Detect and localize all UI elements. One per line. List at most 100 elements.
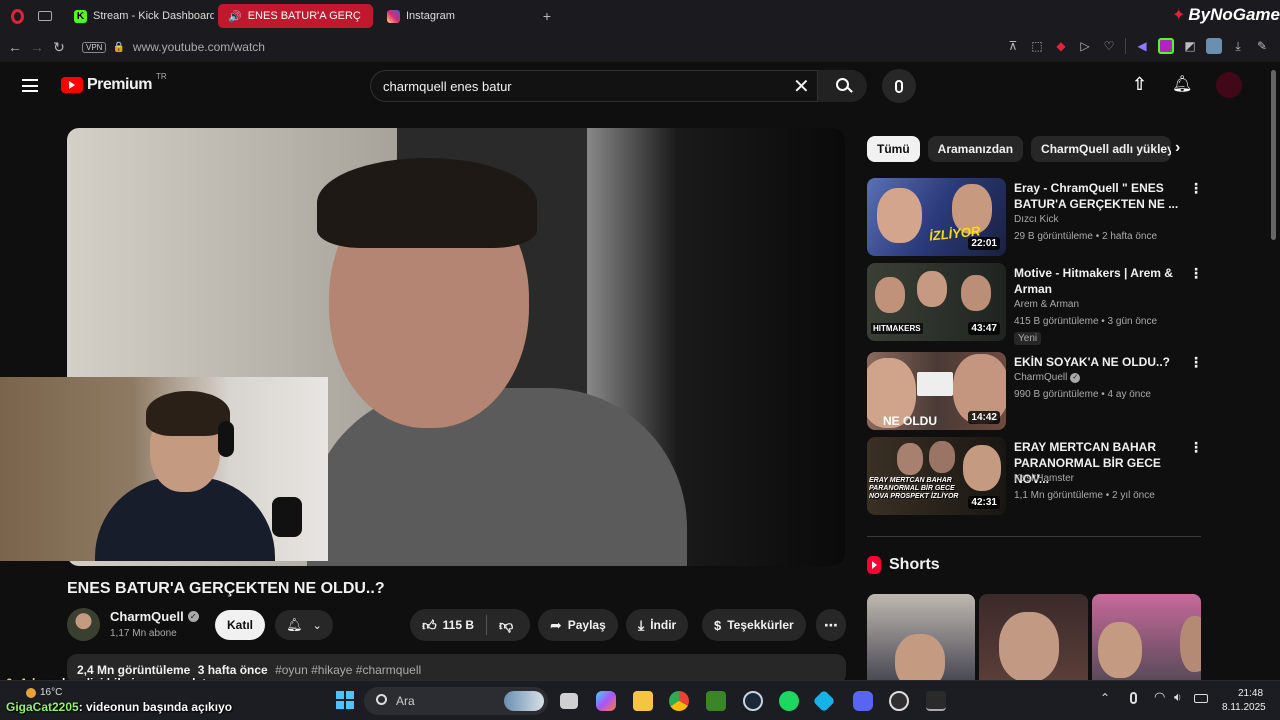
tab-youtube-video[interactable]: 🔊 ENES BATUR'A GERÇ [218, 4, 373, 28]
youtube-premium-logo[interactable]: Premium TR [61, 72, 167, 94]
pen-icon[interactable]: ✎ [1254, 38, 1270, 54]
recommendation-item[interactable]: İZLİYOR 22:01 Eray - ChramQuell " ENES B… [867, 178, 1207, 258]
profile-extension-icon[interactable] [1206, 38, 1222, 54]
clear-search-icon[interactable]: ✕ [793, 74, 810, 99]
battery-icon[interactable] [1194, 694, 1208, 703]
recommendation-thumbnail[interactable]: İZLİYOR 22:01 [867, 178, 1006, 256]
play-icon[interactable]: ▷ [1077, 38, 1093, 54]
vpn-badge[interactable]: VPN [82, 41, 107, 53]
download-icon[interactable]: ⤓ [1230, 38, 1246, 54]
hashtags[interactable]: #oyun #hikaye #charmquell [275, 663, 421, 677]
new-badge: Yeni [1014, 332, 1042, 345]
page-scrollbar[interactable] [1271, 70, 1276, 240]
pocket-icon[interactable]: ◆ [1053, 38, 1069, 54]
search-button[interactable] [817, 70, 867, 102]
back-icon[interactable]: ← [4, 39, 26, 55]
chip-uploader[interactable]: CharmQuell adlı yükleyic [1031, 136, 1172, 162]
recommendation-thumbnail[interactable]: ERAY MERTCAN BAHAR PARANORMAL BİR GECE N… [867, 437, 1006, 515]
search-input[interactable]: charmquell enes batur [383, 79, 512, 94]
tab-snap-icon[interactable] [38, 11, 52, 21]
obs-icon[interactable] [889, 691, 909, 711]
file-explorer-icon[interactable] [633, 691, 653, 711]
channel-avatar[interactable] [67, 608, 100, 641]
more-options-icon[interactable]: ⋮ [1189, 439, 1203, 456]
recommendation-channel[interactable]: KesitHamster [1014, 473, 1074, 484]
recommendation-channel[interactable]: CharmQuell ✓ [1014, 372, 1081, 383]
thanks-button[interactable]: $ Teşekkürler [702, 609, 806, 641]
recommendation-title[interactable]: Eray - ChramQuell " ENES BATUR'A GERÇEKT… [1014, 180, 1186, 212]
volume-icon[interactable]: 🔉︎ [1174, 690, 1182, 705]
task-view-icon[interactable] [560, 693, 578, 709]
notifications-bell-icon[interactable]: 🔔︎ [1172, 74, 1192, 94]
clock-date[interactable]: 8.11.2025 [1222, 702, 1266, 713]
view-count: 2,4 Mn görüntüleme [77, 663, 191, 677]
more-actions-button[interactable]: ⋯ [816, 609, 846, 641]
opera-menu-icon[interactable] [6, 5, 28, 27]
weather-widget[interactable]: 16°C [26, 687, 62, 698]
recommendation-thumbnail[interactable]: NE OLDU 14:42 [867, 352, 1006, 430]
hamburger-menu-icon[interactable] [22, 79, 38, 92]
kodi-icon[interactable] [812, 689, 836, 713]
url-field[interactable]: www.youtube.com/watch [133, 40, 265, 54]
chrome-icon[interactable] [669, 691, 689, 711]
tray-chevron-icon[interactable]: ⌃ [1100, 691, 1110, 705]
pin-icon[interactable]: ⊼ [1005, 38, 1021, 54]
recommendation-item[interactable]: NE OLDU 14:42 EKİN SOYAK'A NE OLDU..? Ch… [867, 352, 1207, 432]
opera-gx-icon[interactable] [926, 691, 946, 711]
shorts-thumbnail[interactable] [1092, 594, 1201, 680]
discord-icon[interactable] [853, 691, 873, 711]
recommendation-thumbnail[interactable]: HITMAKERS 43:47 [867, 263, 1006, 341]
recommendation-item[interactable]: HITMAKERS 43:47 Motive - Hitmakers | Are… [867, 263, 1207, 345]
spotify-icon[interactable] [779, 691, 799, 711]
minecraft-icon[interactable] [706, 691, 726, 711]
tab-kick-dashboard[interactable]: K Stream - Kick Dashboard [64, 4, 214, 28]
edit-icon[interactable]: ◩ [1182, 38, 1198, 54]
heart-icon[interactable]: ♡ [1101, 38, 1117, 54]
reload-icon[interactable]: ↻ [48, 39, 70, 56]
more-options-icon[interactable]: ⋮ [1189, 265, 1203, 282]
subscribed-notification-button[interactable]: 🔔︎ ⌄ [275, 610, 333, 640]
microphone-tray-icon[interactable] [1130, 692, 1137, 704]
avatar[interactable] [1216, 72, 1242, 98]
recommendation-channel[interactable]: Dızcı Kick [1014, 214, 1058, 225]
download-button[interactable]: ⤓ İndir [626, 609, 689, 641]
more-options-icon[interactable]: ⋮ [1189, 180, 1203, 197]
start-button[interactable] [336, 691, 354, 709]
channel-name[interactable]: CharmQuell ✓ [110, 609, 199, 624]
voice-search-button[interactable] [882, 69, 916, 103]
like-icon[interactable]: 👍︎ [422, 617, 437, 634]
more-options-icon[interactable]: ⋮ [1189, 354, 1203, 371]
recommendation-meta: 990 B görüntüleme • 4 ay önce [1014, 389, 1151, 400]
shorts-thumbnail[interactable] [867, 594, 975, 680]
snapshot-icon[interactable]: ⬚ [1029, 38, 1045, 54]
new-tab-button[interactable]: + [537, 6, 557, 26]
chip-from-search[interactable]: Aramanızdan [927, 136, 1024, 162]
dislike-icon[interactable]: 👎︎ [499, 617, 513, 634]
steam-icon[interactable] [743, 691, 763, 711]
tab-instagram[interactable]: Instagram [377, 4, 527, 28]
verified-icon: ✓ [187, 611, 199, 622]
video-title: ENES BATUR'A GERÇEKTEN NE OLDU..? [67, 580, 385, 597]
recommendation-channel[interactable]: Arem & Arman [1014, 299, 1079, 310]
upload-icon[interactable]: ⇧ [1132, 74, 1147, 95]
thanks-icon: $ [714, 617, 722, 633]
recommendation-item[interactable]: ERAY MERTCAN BAHAR PARANORMAL BİR GECE N… [867, 437, 1207, 517]
wifi-icon[interactable]: ◠ [1154, 689, 1165, 705]
tab-label: ENES BATUR'A GERÇ [247, 10, 361, 22]
share-button[interactable]: ➦ Paylaş [538, 609, 618, 641]
recommendation-title[interactable]: EKİN SOYAK'A NE OLDU..? [1014, 354, 1186, 370]
taskbar-search[interactable]: Ara [364, 687, 548, 715]
streamer-facecam [0, 377, 328, 561]
search-highlight-image [504, 691, 544, 711]
forward-icon[interactable]: → [26, 39, 48, 55]
clock-time[interactable]: 21:48 [1238, 688, 1263, 699]
chips-next-icon[interactable]: › [1175, 139, 1180, 157]
extension-highlighted-icon[interactable] [1158, 38, 1174, 54]
join-button[interactable]: Katıl [215, 610, 265, 640]
recommendation-title[interactable]: Motive - Hitmakers | Arem & Arman [1014, 265, 1186, 297]
like-count[interactable]: 115 B [443, 618, 474, 632]
audio-icon[interactable]: ◀ [1134, 38, 1150, 54]
chip-all[interactable]: Tümü [867, 136, 920, 162]
copilot-icon[interactable] [596, 691, 616, 711]
shorts-thumbnail[interactable] [979, 594, 1088, 680]
